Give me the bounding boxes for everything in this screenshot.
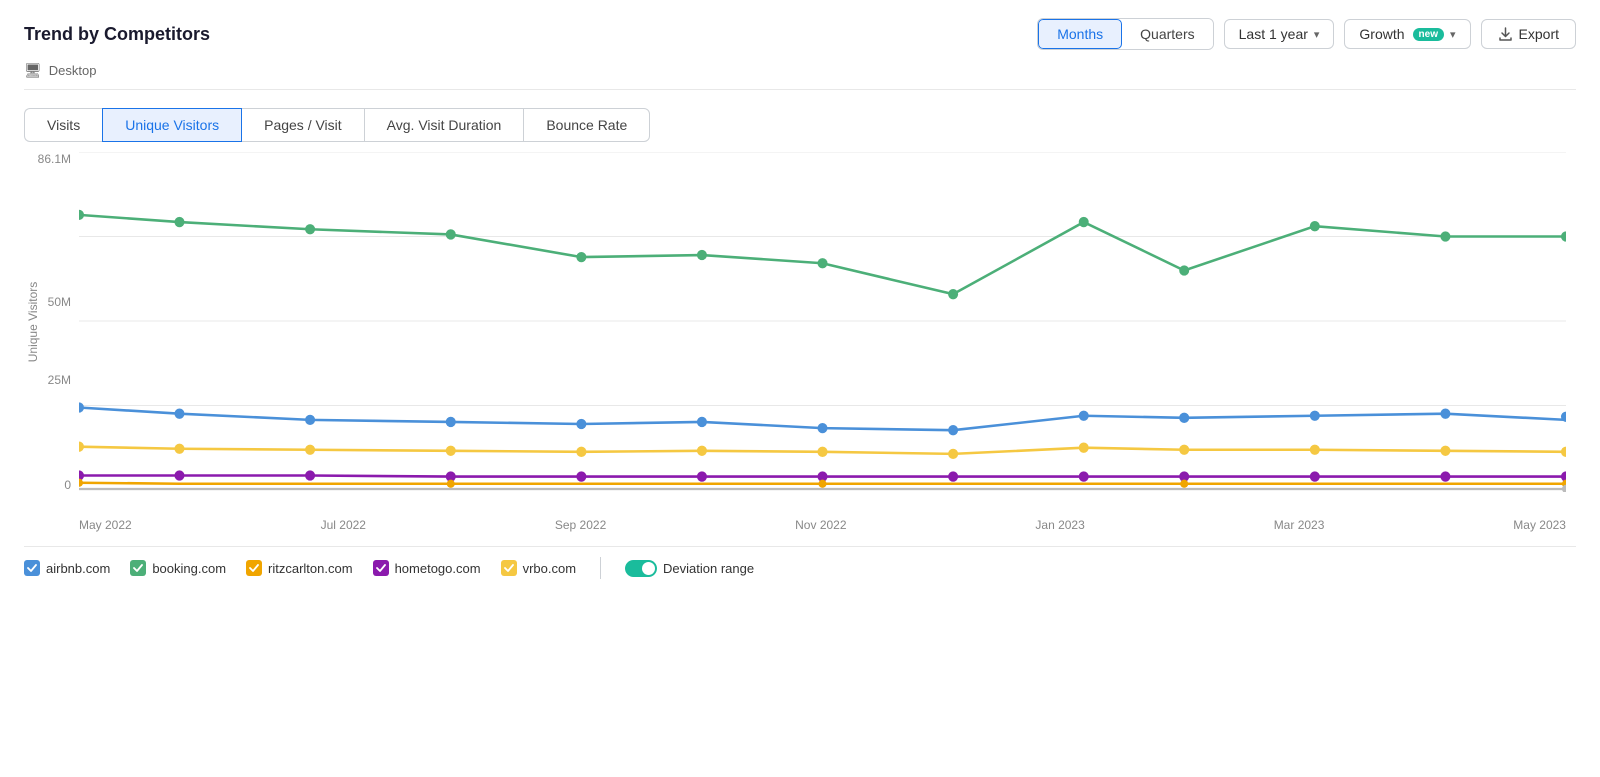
tab-bounce-rate[interactable]: Bounce Rate <box>523 108 650 142</box>
booking-line <box>79 215 1566 294</box>
export-icon <box>1498 27 1513 42</box>
months-button[interactable]: Months <box>1038 19 1122 49</box>
ritz-label: ritzcarlton.com <box>268 561 353 576</box>
legend-hometogo[interactable]: hometogo.com <box>373 560 481 576</box>
period-chevron-icon: ▾ <box>1314 28 1320 41</box>
x-label-may2022: May 2022 <box>79 518 132 532</box>
x-label-nov2022: Nov 2022 <box>795 518 846 532</box>
x-label-sep2022: Sep 2022 <box>555 518 606 532</box>
booking-dot <box>79 210 84 220</box>
chart-area: Unique Visitors 86.1M 50M 25M 0 <box>24 152 1576 532</box>
airbnb-check-icon <box>24 560 40 576</box>
legend-airbnb[interactable]: airbnb.com <box>24 560 110 576</box>
header-row: Trend by Competitors Months Quarters Las… <box>24 18 1576 50</box>
y-label-86: 86.1M <box>38 152 71 166</box>
x-label-may2023: May 2023 <box>1513 518 1566 532</box>
desktop-icon: 🖥 <box>24 62 42 79</box>
hometogo-label: hometogo.com <box>395 561 481 576</box>
legend-ritz[interactable]: ritzcarlton.com <box>246 560 353 576</box>
y-label-25: 25M <box>48 373 71 387</box>
x-label-jan2023: Jan 2023 <box>1035 518 1084 532</box>
device-label: Desktop <box>49 63 97 78</box>
vrbo-label: vrbo.com <box>523 561 576 576</box>
airbnb-label: airbnb.com <box>46 561 110 576</box>
y-label-50: 50M <box>48 295 71 309</box>
ritz-check-icon <box>246 560 262 576</box>
growth-label: Growth <box>1359 26 1404 42</box>
chart-svg <box>79 152 1566 492</box>
deviation-toggle-switch[interactable] <box>625 560 657 577</box>
chart-legend: airbnb.com booking.com ritzcarlton.com h… <box>24 546 1576 579</box>
metric-tabs: Visits Unique Visitors Pages / Visit Avg… <box>24 108 1576 142</box>
toggle-knob <box>642 562 655 575</box>
tab-avg-visit-duration[interactable]: Avg. Visit Duration <box>364 108 524 142</box>
booking-label: booking.com <box>152 561 226 576</box>
x-axis-labels: May 2022 Jul 2022 Sep 2022 Nov 2022 Jan … <box>79 518 1566 532</box>
tab-visits[interactable]: Visits <box>24 108 102 142</box>
device-row: 🖥 Desktop <box>24 58 1576 90</box>
legend-separator <box>600 557 601 579</box>
export-label: Export <box>1519 26 1559 42</box>
hometogo-check-icon <box>373 560 389 576</box>
quarters-button[interactable]: Quarters <box>1122 19 1212 49</box>
page-title: Trend by Competitors <box>24 24 210 45</box>
x-label-mar2023: Mar 2023 <box>1274 518 1325 532</box>
legend-booking[interactable]: booking.com <box>130 560 226 576</box>
growth-chevron-icon: ▾ <box>1450 28 1456 41</box>
x-label-jul2022: Jul 2022 <box>321 518 366 532</box>
export-button[interactable]: Export <box>1481 19 1576 49</box>
header-controls: Months Quarters Last 1 year ▾ Growth new… <box>1037 18 1576 50</box>
legend-deviation[interactable]: Deviation range <box>625 560 754 577</box>
period-label: Last 1 year <box>1239 26 1308 42</box>
line-chart <box>79 152 1566 492</box>
period-dropdown[interactable]: Last 1 year ▾ <box>1224 19 1335 49</box>
y-axis-labels: 86.1M 50M 25M 0 <box>24 152 79 492</box>
new-badge: new <box>1413 28 1444 41</box>
tab-pages-visit[interactable]: Pages / Visit <box>242 108 364 142</box>
deviation-label: Deviation range <box>663 561 754 576</box>
booking-check-icon <box>130 560 146 576</box>
time-granularity-toggle: Months Quarters <box>1037 18 1213 50</box>
tab-unique-visitors[interactable]: Unique Visitors <box>102 108 242 142</box>
vrbo-check-icon <box>501 560 517 576</box>
growth-dropdown[interactable]: Growth new ▾ <box>1344 19 1470 49</box>
legend-vrbo[interactable]: vrbo.com <box>501 560 576 576</box>
y-label-0: 0 <box>64 478 71 492</box>
